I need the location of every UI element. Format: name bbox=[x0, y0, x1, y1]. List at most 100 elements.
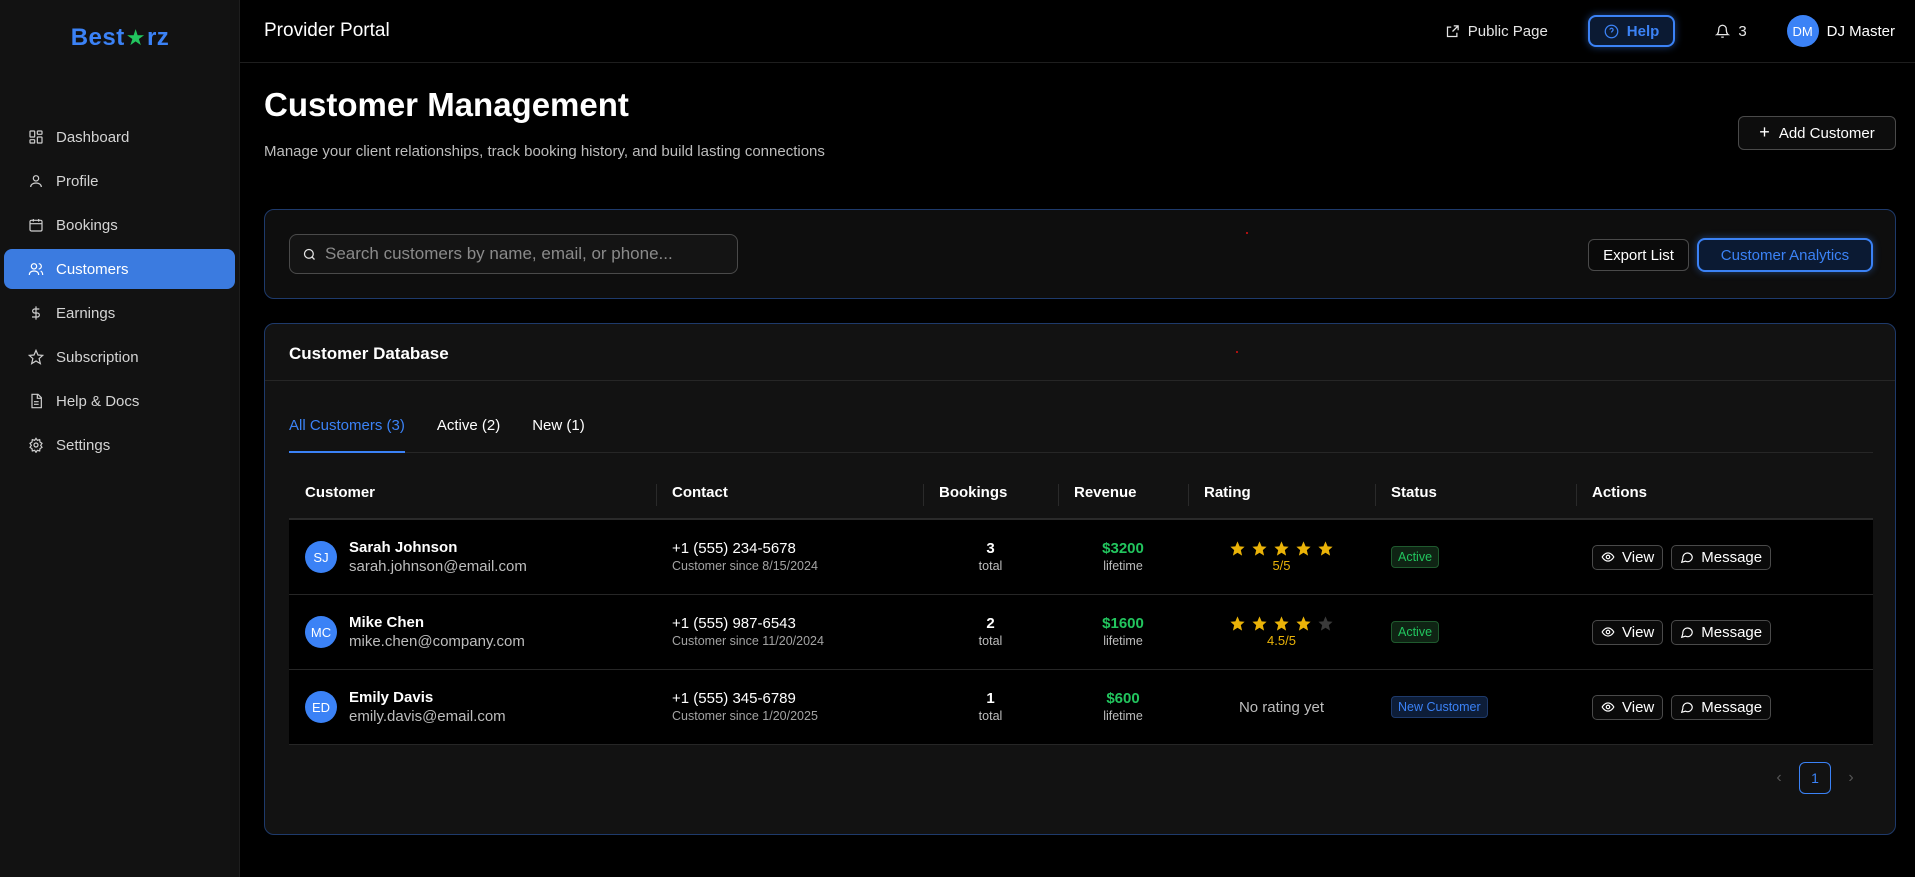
bookings-unit: total bbox=[978, 634, 1003, 648]
tab-all-customers[interactable]: All Customers (3) bbox=[289, 417, 405, 453]
brand-logo[interactable]: Best ★ rz bbox=[0, 24, 240, 52]
column-header-contact[interactable]: Contact bbox=[656, 470, 923, 518]
external-link-icon bbox=[1446, 24, 1459, 37]
star-empty-icon bbox=[1318, 615, 1333, 631]
sidebar-nav: Dashboard Profile Bookings Customers Ear… bbox=[4, 117, 235, 469]
message-icon bbox=[1681, 627, 1694, 639]
table-row[interactable]: SJ Sarah Johnson sarah.johnson@email.com… bbox=[289, 520, 1873, 595]
tab-new[interactable]: New (1) bbox=[532, 417, 585, 453]
message-button[interactable]: Message bbox=[1671, 544, 1772, 570]
bookings-count: 2 bbox=[986, 615, 995, 632]
star-filled-icon bbox=[1318, 540, 1333, 556]
notifications-button[interactable]: 3 bbox=[1715, 23, 1747, 40]
view-label: View bbox=[1622, 548, 1655, 566]
customer-name: Mike Chen bbox=[349, 613, 425, 631]
revenue-amount: $600 bbox=[1106, 690, 1140, 707]
export-list-button[interactable]: Export List bbox=[1588, 239, 1689, 271]
sidebar-item-earnings[interactable]: Earnings bbox=[4, 293, 235, 333]
avatar: ED bbox=[305, 691, 337, 723]
bell-icon bbox=[1715, 24, 1731, 38]
bookings-count: 3 bbox=[986, 540, 995, 557]
sidebar-item-label: Dashboard bbox=[56, 128, 130, 146]
view-button[interactable]: View bbox=[1592, 619, 1664, 645]
page-number-button[interactable]: 1 bbox=[1799, 762, 1831, 794]
star-icon bbox=[28, 349, 44, 365]
message-label: Message bbox=[1701, 548, 1763, 566]
customer-since: Customer since 8/15/2024 bbox=[672, 559, 818, 573]
revenue-cell: $3200 lifetime bbox=[1058, 539, 1188, 575]
public-page-label: Public Page bbox=[1467, 22, 1548, 40]
view-button[interactable]: View bbox=[1592, 694, 1664, 720]
table-row[interactable]: ED Emily Davis emily.davis@email.com +1 … bbox=[289, 670, 1873, 745]
page-subtitle: Manage your client relationships, track … bbox=[264, 143, 825, 160]
public-page-link[interactable]: Public Page bbox=[1445, 23, 1548, 40]
dollar-icon bbox=[32, 306, 40, 320]
document-icon bbox=[31, 393, 42, 409]
search-input[interactable] bbox=[325, 244, 725, 264]
customer-name: Sarah Johnson bbox=[349, 538, 458, 556]
eye-icon bbox=[1601, 702, 1615, 712]
customer-since: Customer since 11/20/2024 bbox=[672, 634, 824, 648]
status-badge: New Customer bbox=[1391, 696, 1488, 718]
help-button[interactable]: Help bbox=[1587, 15, 1676, 47]
no-rating-text: No rating yet bbox=[1238, 698, 1325, 716]
sidebar-item-settings[interactable]: Settings bbox=[4, 425, 235, 465]
column-header-customer[interactable]: Customer bbox=[289, 470, 656, 518]
top-bar: Provider Portal Public Page Help 3 DM DJ… bbox=[240, 0, 1915, 63]
status-cell: Active bbox=[1375, 546, 1576, 568]
search-box[interactable] bbox=[289, 234, 738, 274]
prev-page-button[interactable]: ‹ bbox=[1759, 769, 1799, 787]
star-rating bbox=[1188, 540, 1375, 557]
top-bar-actions: Public Page Help 3 DM DJ Master bbox=[1445, 14, 1895, 48]
column-header-status[interactable]: Status bbox=[1375, 470, 1576, 518]
column-header-bookings[interactable]: Bookings bbox=[923, 470, 1058, 518]
contact-cell: +1 (555) 987-6543 Customer since 11/20/2… bbox=[656, 614, 923, 650]
message-button[interactable]: Message bbox=[1671, 694, 1772, 720]
sidebar-item-dashboard[interactable]: Dashboard bbox=[4, 117, 235, 157]
revenue-unit: lifetime bbox=[1103, 559, 1143, 573]
user-menu[interactable]: DM DJ Master bbox=[1786, 15, 1895, 47]
customer-cell: MC Mike Chen mike.chen@company.com bbox=[289, 613, 656, 652]
revenue-unit: lifetime bbox=[1103, 709, 1143, 723]
message-icon bbox=[1681, 702, 1694, 714]
sidebar-item-profile[interactable]: Profile bbox=[4, 161, 235, 201]
users-icon bbox=[28, 263, 44, 276]
rating-cell: 4.5/5 bbox=[1188, 615, 1375, 650]
revenue-cell: $1600 lifetime bbox=[1058, 614, 1188, 650]
rating-value: 5/5 bbox=[1272, 557, 1291, 573]
column-header-revenue[interactable]: Revenue bbox=[1058, 470, 1188, 518]
bookings-cell: 3 total bbox=[923, 539, 1058, 575]
column-header-actions[interactable]: Actions bbox=[1576, 470, 1873, 518]
sidebar-item-customers[interactable]: Customers bbox=[4, 249, 235, 289]
help-circle-icon bbox=[1604, 24, 1619, 38]
add-customer-button[interactable]: + Add Customer bbox=[1738, 116, 1896, 150]
customer-analytics-button[interactable]: Customer Analytics bbox=[1697, 238, 1873, 272]
table-header: Customer Contact Bookings Revenue Rating… bbox=[289, 470, 1873, 520]
customer-email: sarah.johnson@email.com bbox=[349, 557, 527, 575]
revenue-unit: lifetime bbox=[1103, 634, 1143, 648]
table-row[interactable]: MC Mike Chen mike.chen@company.com +1 (5… bbox=[289, 595, 1873, 670]
brand-star-icon: ★ bbox=[125, 25, 146, 50]
bookings-cell: 2 total bbox=[923, 614, 1058, 650]
tab-active[interactable]: Active (2) bbox=[437, 417, 500, 453]
view-button[interactable]: View bbox=[1592, 544, 1664, 570]
sidebar-item-help-docs[interactable]: Help & Docs bbox=[4, 381, 235, 421]
sidebar-item-label: Help & Docs bbox=[56, 392, 140, 410]
next-page-button[interactable]: › bbox=[1831, 769, 1871, 787]
sidebar-item-bookings[interactable]: Bookings bbox=[4, 205, 235, 245]
portal-title: Provider Portal bbox=[264, 20, 390, 41]
sidebar-item-label: Earnings bbox=[56, 304, 116, 322]
customer-phone: +1 (555) 234-5678 bbox=[672, 540, 796, 557]
page-title: Customer Management bbox=[264, 86, 629, 123]
search-panel: Export List Customer Analytics bbox=[264, 209, 1896, 299]
eye-icon bbox=[1601, 627, 1615, 637]
customer-since: Customer since 1/20/2025 bbox=[672, 709, 818, 723]
column-header-rating[interactable]: Rating bbox=[1188, 470, 1375, 518]
status-badge: Active bbox=[1391, 546, 1440, 568]
customer-email: emily.davis@email.com bbox=[349, 707, 506, 725]
calendar-icon bbox=[29, 219, 43, 232]
message-button[interactable]: Message bbox=[1671, 619, 1772, 645]
star-filled-icon bbox=[1230, 615, 1245, 631]
stray-red-dot bbox=[1236, 351, 1238, 353]
sidebar-item-subscription[interactable]: Subscription bbox=[4, 337, 235, 377]
